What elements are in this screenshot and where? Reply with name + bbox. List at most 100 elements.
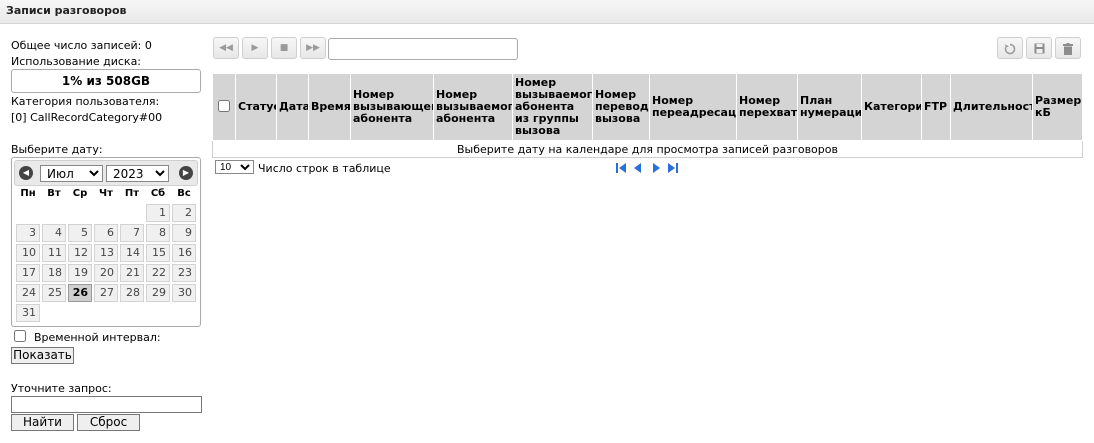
- save-icon: [1034, 43, 1044, 54]
- calendar-day[interactable]: 8: [146, 224, 170, 242]
- column-header[interactable]: Номер вызывающего абонента: [350, 73, 434, 141]
- calendar-day[interactable]: 3: [16, 224, 40, 242]
- calendar-day[interactable]: 17: [16, 264, 40, 282]
- column-header[interactable]: Номер вызываемого абонента из группы выз…: [512, 73, 593, 141]
- refine-label: Уточните запрос:: [11, 382, 112, 395]
- calendar-day[interactable]: 21: [120, 264, 144, 282]
- last-record-button[interactable]: ▶▶: [300, 37, 326, 59]
- calendar-header: ◀ Июл 2023 ▶: [14, 160, 198, 186]
- calendar-day[interactable]: 29: [146, 284, 170, 302]
- weekday-header: Вс: [177, 188, 191, 199]
- next-page-icon[interactable]: [650, 162, 662, 174]
- column-header[interactable]: Категория: [861, 73, 922, 141]
- prev-page-icon[interactable]: [632, 162, 644, 174]
- weekday-header: Вт: [47, 188, 61, 199]
- disk-usage-bar: 1% из 508GB: [11, 69, 201, 93]
- time-interval-label: Временной интервал:: [34, 331, 161, 344]
- disk-usage-label: Использование диска:: [11, 55, 142, 68]
- page-title: Записи разговоров: [6, 4, 127, 17]
- rows-per-page-select[interactable]: 10: [215, 160, 254, 174]
- calendar-day[interactable]: 24: [16, 284, 40, 302]
- calendar-day[interactable]: 22: [146, 264, 170, 282]
- column-header[interactable]: FTP: [921, 73, 951, 141]
- weekday-header: Сб: [150, 188, 166, 199]
- year-select[interactable]: 2023: [106, 165, 169, 182]
- column-header[interactable]: Длительность: [950, 73, 1033, 141]
- calendar: ◀ Июл 2023 ▶ Пн Вт Ср Чт Пт Сб Вс 1 2 3 4 5 6 7 8 9 10 11…: [11, 157, 201, 327]
- weekday-header: Пт: [124, 188, 140, 199]
- title-bar: Записи разговоров: [0, 0, 1094, 24]
- calendar-day[interactable]: 2: [172, 204, 196, 222]
- refresh-button[interactable]: [997, 37, 1023, 59]
- weekday-header: Чт: [99, 188, 113, 199]
- save-button[interactable]: [1026, 37, 1052, 59]
- calendar-day[interactable]: 18: [42, 264, 66, 282]
- calendar-day[interactable]: 11: [42, 244, 66, 262]
- column-header[interactable]: Время: [308, 73, 351, 141]
- play-button[interactable]: ▶: [242, 37, 268, 59]
- first-record-icon: ◀◀: [219, 43, 233, 53]
- refine-input[interactable]: [11, 396, 202, 413]
- calendar-day[interactable]: 20: [94, 264, 118, 282]
- calendar-day[interactable]: 25: [42, 284, 66, 302]
- time-interval-checkbox[interactable]: [14, 330, 26, 342]
- total-records: Общее число записей: 0: [11, 39, 152, 52]
- calendar-day[interactable]: 6: [94, 224, 118, 242]
- column-header[interactable]: Номер вызываемого абонента: [433, 73, 513, 141]
- column-header[interactable]: Статус: [235, 73, 277, 141]
- calendar-day[interactable]: 4: [42, 224, 66, 242]
- column-header[interactable]: Дата: [276, 73, 309, 141]
- calendar-day[interactable]: 30: [172, 284, 196, 302]
- show-button[interactable]: Показать: [11, 347, 74, 364]
- column-header[interactable]: Номер переадресации: [649, 73, 737, 141]
- first-record-button[interactable]: ◀◀: [213, 37, 239, 59]
- calendar-day[interactable]: 28: [120, 284, 144, 302]
- last-record-icon: ▶▶: [306, 43, 320, 53]
- calendar-day[interactable]: 1: [146, 204, 170, 222]
- select-all-checkbox[interactable]: [218, 99, 230, 112]
- calendar-day[interactable]: 13: [94, 244, 118, 262]
- calendar-day[interactable]: 9: [172, 224, 196, 242]
- calendar-day[interactable]: 12: [68, 244, 92, 262]
- calendar-day[interactable]: 7: [120, 224, 144, 242]
- calendar-day[interactable]: 27: [94, 284, 118, 302]
- stop-icon: ■: [279, 43, 289, 53]
- stop-button[interactable]: ■: [271, 37, 297, 59]
- choose-date-label: Выберите дату:: [11, 143, 103, 156]
- calendar-day[interactable]: 31: [16, 304, 40, 322]
- disk-usage-value: 1% из 508GB: [61, 74, 151, 88]
- find-button[interactable]: Найти: [11, 414, 74, 431]
- month-select[interactable]: Июл: [40, 165, 103, 182]
- calendar-day-today[interactable]: 26: [68, 284, 92, 302]
- column-header[interactable]: Номер перевода вызова: [592, 73, 650, 141]
- table-header-row: СтатусДатаВремяНомер вызывающего абонент…: [212, 73, 1083, 141]
- delete-icon: [1063, 43, 1073, 55]
- weekday-header: Ср: [72, 188, 88, 199]
- delete-button[interactable]: [1055, 37, 1081, 59]
- calendar-day[interactable]: 15: [146, 244, 170, 262]
- play-icon: ▶: [251, 43, 259, 53]
- user-category-value: [0] CallRecordCategory#00: [11, 111, 163, 124]
- call-records-table: СтатусДатаВремяНомер вызывающего абонент…: [212, 73, 1083, 158]
- calendar-day[interactable]: 23: [172, 264, 196, 282]
- search-input[interactable]: [328, 38, 518, 60]
- refresh-icon: [1004, 43, 1016, 55]
- column-header[interactable]: Размер, кБ: [1032, 73, 1083, 141]
- next-month-icon[interactable]: ▶: [179, 166, 193, 180]
- user-category-label: Категория пользователя:: [11, 95, 160, 108]
- calendar-day[interactable]: 5: [68, 224, 92, 242]
- empty-message: Выберите дату на календаре для просмотра…: [212, 140, 1083, 158]
- first-page-icon[interactable]: [615, 162, 627, 174]
- reset-button[interactable]: Сброс: [77, 414, 140, 431]
- select-all-cell: [212, 73, 236, 141]
- column-header[interactable]: План нумерации: [797, 73, 862, 141]
- column-header[interactable]: Номер перехвата: [736, 73, 798, 141]
- last-page-icon[interactable]: [667, 162, 679, 174]
- calendar-day[interactable]: 19: [68, 264, 92, 282]
- prev-month-icon[interactable]: ◀: [19, 166, 33, 180]
- weekday-header: Пн: [20, 188, 36, 199]
- empty-row: Выберите дату на календаре для просмотра…: [212, 140, 1083, 158]
- calendar-day[interactable]: 14: [120, 244, 144, 262]
- calendar-day[interactable]: 16: [172, 244, 196, 262]
- calendar-day[interactable]: 10: [16, 244, 40, 262]
